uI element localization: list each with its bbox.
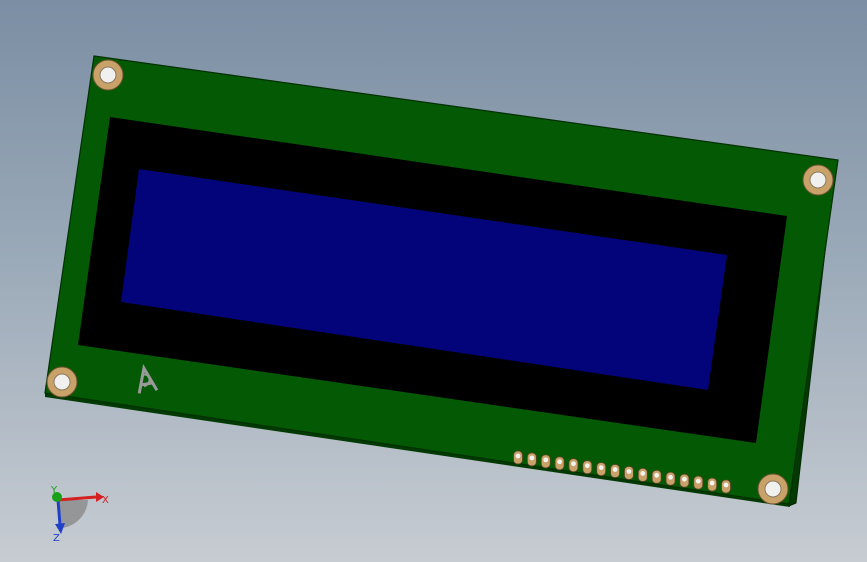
header-pin xyxy=(568,458,579,473)
lcd-module[interactable] xyxy=(44,55,839,507)
header-pin xyxy=(624,466,634,480)
header-pin xyxy=(526,452,537,467)
header-pin xyxy=(721,479,731,494)
header-pin xyxy=(651,469,662,484)
z-axis-arrow xyxy=(56,499,62,526)
coordinate-triad: X Y Z xyxy=(50,485,109,544)
x-axis-label: X xyxy=(102,495,109,506)
mounting-hole-bottom-right xyxy=(757,473,789,505)
header-pin xyxy=(610,464,620,478)
header-pin xyxy=(637,467,648,482)
mounting-hole-bottom-left xyxy=(46,366,78,398)
header-pin xyxy=(679,473,690,488)
header-pin xyxy=(693,475,704,490)
header-pin xyxy=(582,460,593,475)
z-axis-label: Z xyxy=(53,533,60,544)
header-pin xyxy=(513,450,523,465)
header-pin xyxy=(665,471,676,486)
header-pin xyxy=(554,456,565,471)
3d-viewport[interactable]: X Y Z xyxy=(0,0,867,562)
y-axis-label: Y xyxy=(50,485,58,496)
header-pin xyxy=(707,477,718,492)
header-pin xyxy=(540,454,551,469)
mounting-hole-top-left xyxy=(92,59,124,91)
mounting-hole-top-right xyxy=(802,164,834,196)
header-pin xyxy=(596,462,607,477)
x-axis-arrow xyxy=(57,495,97,502)
